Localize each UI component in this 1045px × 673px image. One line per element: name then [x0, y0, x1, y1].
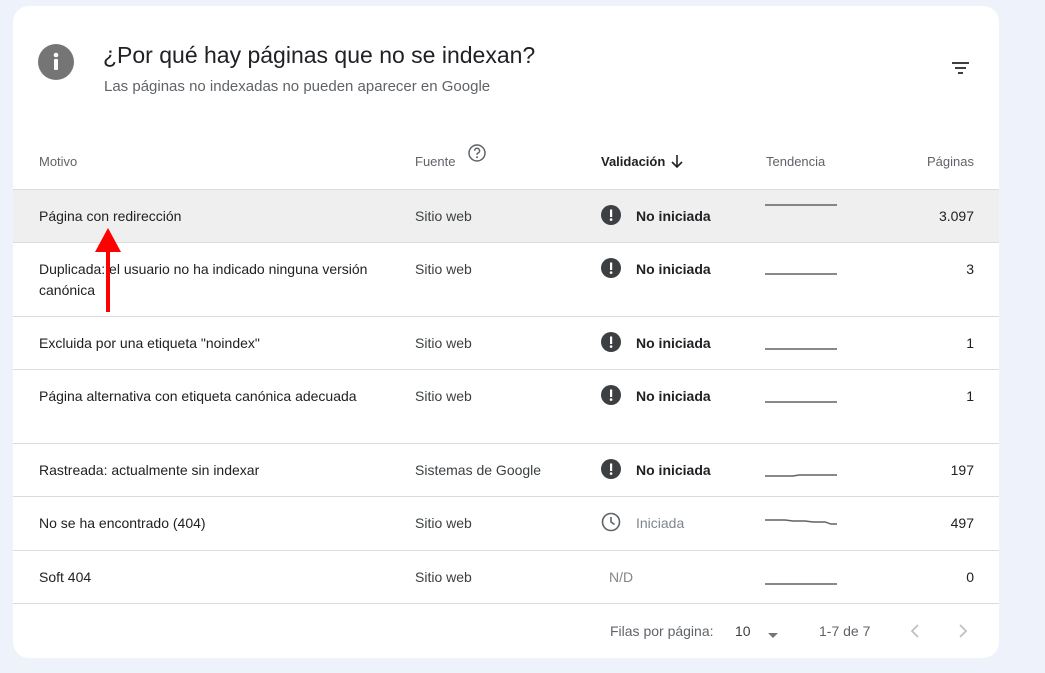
chevron-right-icon[interactable]	[957, 623, 969, 642]
pages-count: 497	[950, 515, 974, 531]
pages-count: 197	[950, 462, 974, 478]
reason-label: Soft 404	[39, 569, 92, 585]
column-header-motivo[interactable]: Motivo	[39, 154, 77, 169]
column-header-validacion[interactable]: Validación	[601, 154, 665, 169]
pages-count: 1	[966, 335, 974, 351]
rows-per-page-label: Filas por página:	[610, 623, 714, 639]
validation-label: No iniciada	[636, 261, 711, 277]
table-row[interactable]: Excluida por una etiqueta "noindex" Siti…	[13, 317, 999, 370]
source-label: Sitio web	[415, 261, 472, 277]
chevron-left-icon[interactable]	[909, 623, 921, 642]
help-icon[interactable]	[467, 143, 487, 168]
trend-sparkline	[765, 401, 837, 403]
pages-count: 1	[966, 388, 974, 404]
table-row[interactable]: Página alternativa con etiqueta canónica…	[13, 370, 999, 444]
info-icon	[38, 44, 74, 80]
validation-label: N/D	[609, 569, 634, 585]
table-row[interactable]: Duplicada: el usuario no ha indicado nin…	[13, 243, 999, 317]
warning-icon	[601, 205, 621, 225]
trend-sparkline	[765, 474, 837, 477]
validation-label: No iniciada	[636, 335, 711, 351]
rows-per-page-select[interactable]: 10	[735, 623, 751, 639]
reason-label: Duplicada: el usuario no ha indicado nin…	[39, 261, 368, 298]
validation-label: Iniciada	[636, 515, 685, 531]
sort-down-arrow-icon[interactable]	[670, 152, 684, 173]
table-row[interactable]: Soft 404 Sitio web N/D 0	[13, 551, 999, 604]
pages-count: 0	[966, 569, 974, 585]
reason-label: Rastreada: actualmente sin indexar	[39, 462, 260, 478]
source-label: Sitio web	[415, 388, 472, 404]
trend-sparkline	[765, 583, 837, 585]
reason-label: No se ha encontrado (404)	[39, 515, 206, 531]
trend-sparkline	[765, 519, 837, 525]
reason-label: Excluida por una etiqueta "noindex"	[39, 335, 260, 351]
non-indexed-reasons-card: ¿Por qué hay páginas que no se indexan? …	[13, 6, 999, 658]
column-header-tendencia: Tendencia	[766, 154, 826, 169]
warning-icon	[601, 332, 621, 352]
pagination-range: 1-7 de 7	[819, 623, 871, 639]
clock-icon	[601, 512, 621, 532]
pages-count: 3	[966, 261, 974, 277]
column-header-paginas[interactable]: Páginas	[927, 154, 974, 169]
trend-sparkline	[765, 204, 837, 206]
warning-icon	[601, 459, 621, 479]
card-title: ¿Por qué hay páginas que no se indexan?	[103, 42, 536, 68]
source-label: Sitio web	[415, 335, 472, 351]
source-label: Sistemas de Google	[415, 462, 542, 478]
validation-label: No iniciada	[636, 462, 711, 478]
pages-count: 3.097	[938, 208, 974, 224]
trend-sparkline	[765, 348, 837, 350]
column-header-fuente[interactable]: Fuente	[415, 154, 455, 169]
dropdown-caret-icon[interactable]	[767, 627, 779, 643]
source-label: Sitio web	[415, 515, 472, 531]
pagination-bar: Filas por página: 10 1-7 de 7	[13, 598, 999, 658]
validation-label: No iniciada	[636, 208, 711, 224]
table-row[interactable]: Página con redirección Sitio web No inic…	[13, 190, 999, 243]
table-row[interactable]: Rastreada: actualmente sin indexar Siste…	[13, 444, 999, 497]
source-label: Sitio web	[415, 208, 472, 224]
warning-icon	[601, 385, 621, 405]
reason-label: Página con redirección	[39, 208, 182, 224]
card-header: ¿Por qué hay páginas que no se indexan? …	[13, 6, 999, 136]
card-subtitle: Las páginas no indexadas no pueden apare…	[104, 78, 491, 95]
trend-sparkline	[765, 273, 837, 275]
table-row[interactable]: No se ha encontrado (404) Sitio web Inic…	[13, 497, 999, 551]
warning-icon	[601, 258, 621, 278]
validation-label: No iniciada	[636, 388, 711, 404]
filter-icon[interactable]	[946, 54, 974, 82]
table-header: Motivo Fuente Validación Tendencia Págin…	[13, 136, 999, 190]
source-label: Sitio web	[415, 569, 472, 585]
reason-label: Página alternativa con etiqueta canónica…	[39, 388, 357, 404]
